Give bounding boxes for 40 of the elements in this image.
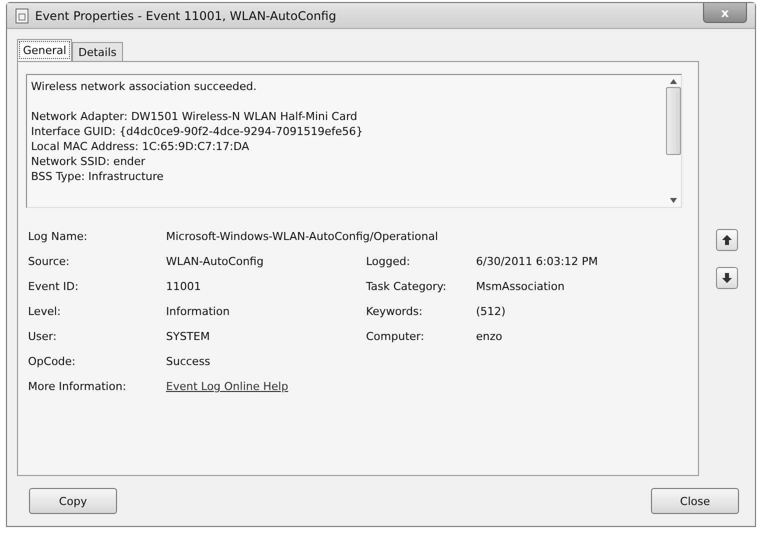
up-arrow-icon	[721, 234, 733, 246]
field-label: Keywords:	[366, 304, 424, 320]
help-link[interactable]: Event Log Online Help	[166, 378, 366, 395]
tab[interactable]: Details	[72, 42, 122, 61]
field-value: 11001	[166, 279, 202, 295]
field-value: MsmAssociation	[476, 279, 566, 295]
field-value: WLAN-AutoConfig	[166, 254, 265, 270]
previous-event-button[interactable]	[716, 229, 738, 251]
close-button[interactable]: Close	[651, 488, 739, 514]
description-line: Wireless network association succeeded.	[31, 79, 258, 94]
field-value: Success	[166, 354, 212, 370]
field-label: Logged:	[366, 254, 412, 270]
field-value: Microsoft-Windows-WLAN-AutoConfig/Operational	[166, 229, 440, 245]
field-value: (512)	[476, 304, 507, 320]
field-value: SYSTEM	[166, 329, 211, 345]
field-label: User:	[28, 329, 58, 345]
down-arrow-icon	[721, 272, 733, 284]
description-line: Local MAC Address: 1C:65:9D:C7:17:DA	[31, 139, 250, 154]
window-title: Event Properties - Event 11001, WLAN-AutoConfig	[35, 8, 338, 22]
field-label: Task Category:	[366, 279, 448, 295]
field-value: Information	[166, 304, 231, 320]
field-value: enzo	[476, 329, 504, 345]
field-value: 6/30/2011 6:03:12 PM	[476, 254, 599, 270]
field-label: Event ID:	[28, 279, 80, 295]
field-label: OpCode:	[28, 354, 77, 370]
field-label: Source:	[28, 254, 70, 270]
description-line: Network SSID: ender	[31, 154, 146, 169]
field-label: Level:	[28, 304, 62, 320]
scroll-down-icon[interactable]	[670, 198, 676, 203]
field-label: More Information:	[28, 379, 128, 395]
description-line: Interface GUID: {d4dc0ce9-90f2-4dce-9294-7091519efe56}	[31, 124, 364, 139]
field-label: Log Name:	[28, 229, 88, 245]
scroll-up-icon[interactable]	[670, 79, 676, 84]
tab[interactable]: General	[17, 39, 72, 61]
next-event-button[interactable]	[716, 267, 738, 289]
description-line: Network Adapter: DW1501 Wireless-N WLAN Half-Mini Card	[31, 109, 358, 124]
field-label: Computer:	[366, 329, 426, 345]
document-icon	[15, 8, 29, 24]
copy-button[interactable]: Copy	[29, 488, 117, 514]
description-line: BSS Type: Infrastructure	[31, 169, 165, 184]
